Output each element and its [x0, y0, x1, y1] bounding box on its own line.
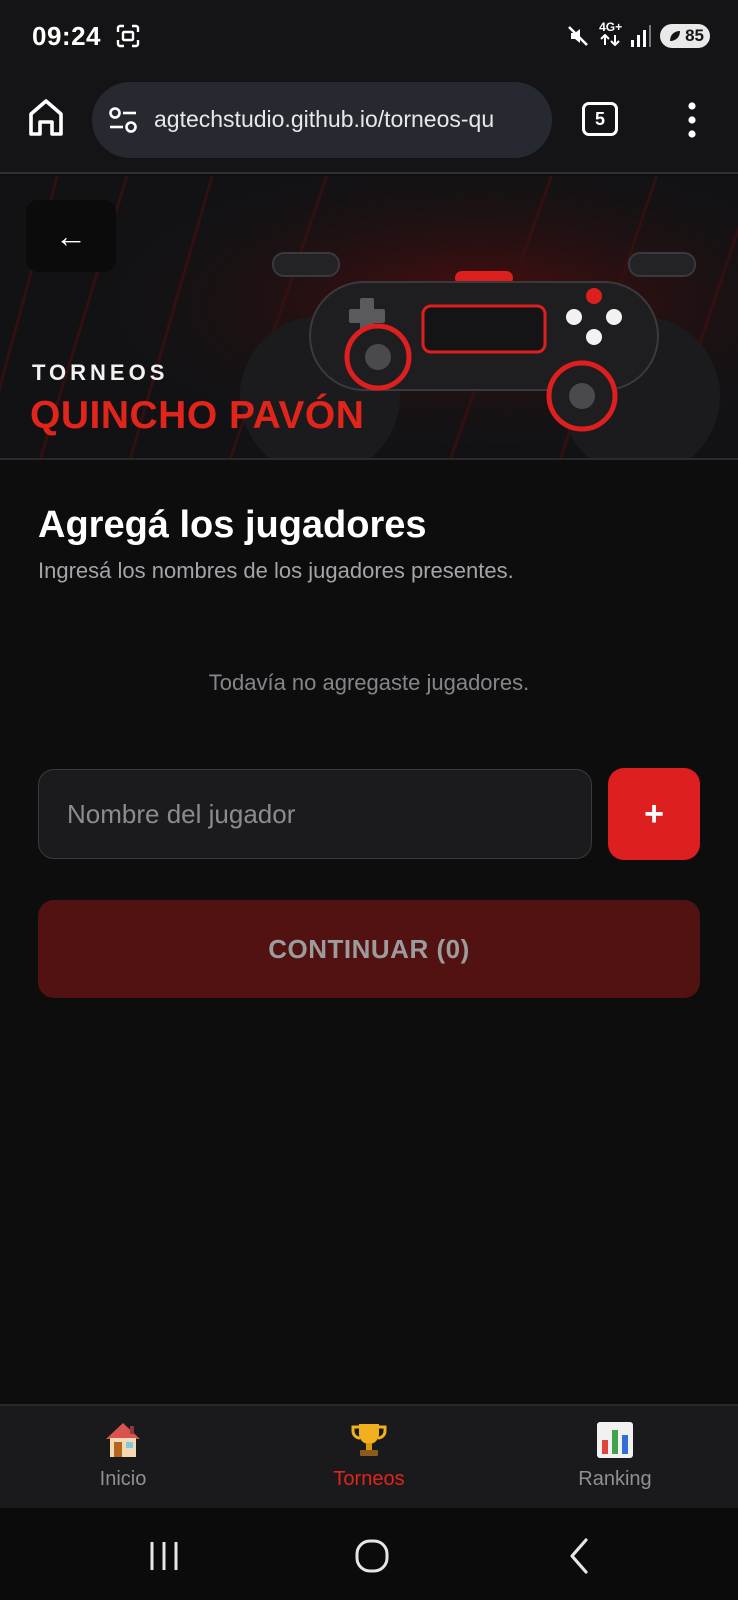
- screenshot-icon: [116, 24, 140, 48]
- site-settings-icon[interactable]: [108, 106, 138, 134]
- home-circle-icon[interactable]: [352, 1536, 392, 1576]
- bar-chart-icon: [597, 1422, 633, 1458]
- hero-kicker: TORNEOS: [32, 360, 169, 385]
- signal-icon: [631, 25, 652, 47]
- browser-toolbar: agtechstudio.github.io/torneos-qu 5: [0, 72, 738, 174]
- hero-title: QUINCHO PAVÓN: [30, 394, 365, 437]
- system-navigation-bar: [0, 1508, 738, 1600]
- player-name-input[interactable]: [38, 769, 592, 859]
- status-time: 09:24: [32, 21, 101, 51]
- page-title: Agregá los jugadores: [38, 504, 427, 546]
- nav-item-torneos[interactable]: Torneos: [289, 1420, 449, 1500]
- add-player-button[interactable]: +: [608, 768, 700, 860]
- trophy-icon: [351, 1424, 387, 1456]
- empty-players-message: Todavía no agregaste jugadores.: [208, 670, 530, 695]
- more-options-icon[interactable]: [682, 100, 702, 140]
- battery-saver-icon: [670, 31, 681, 41]
- network-type: 4G+: [599, 20, 623, 34]
- hero-banner: ← TORNEOS QUINCHO PAVÓN: [0, 176, 738, 460]
- nav-item-inicio[interactable]: Inicio: [43, 1420, 203, 1500]
- continue-button[interactable]: CONTINUAR (0): [38, 900, 700, 998]
- bottom-navigation: Inicio Torneos Ranking: [0, 1404, 738, 1508]
- battery-level: 85: [685, 26, 704, 45]
- url-text[interactable]: agtechstudio.github.io/torneos-qu: [154, 106, 544, 133]
- address-bar[interactable]: agtechstudio.github.io/torneos-qu: [92, 82, 552, 158]
- recent-apps-icon[interactable]: [146, 1536, 186, 1576]
- nav-label-inicio: Inicio: [99, 1468, 147, 1490]
- nav-label-torneos: Torneos: [333, 1468, 405, 1490]
- nav-label-ranking: Ranking: [578, 1468, 652, 1490]
- back-arrow-icon[interactable]: [560, 1536, 600, 1576]
- data-arrows-icon: [600, 33, 620, 47]
- nav-item-ranking[interactable]: Ranking: [535, 1420, 695, 1500]
- tab-switcher-button[interactable]: 5: [582, 102, 618, 136]
- page-subtitle: Ingresá los nombres de los jugadores pre…: [38, 558, 514, 583]
- status-icons: 4G+ 85: [565, 20, 710, 52]
- home-icon[interactable]: [26, 96, 66, 138]
- back-button[interactable]: ←: [26, 200, 116, 272]
- house-icon: [106, 1423, 140, 1457]
- mute-icon: [568, 26, 588, 46]
- status-bar: 09:24 4G+ 85: [0, 0, 738, 72]
- network-indicator: 4G+: [599, 21, 622, 51]
- battery-indicator: 85: [660, 24, 710, 48]
